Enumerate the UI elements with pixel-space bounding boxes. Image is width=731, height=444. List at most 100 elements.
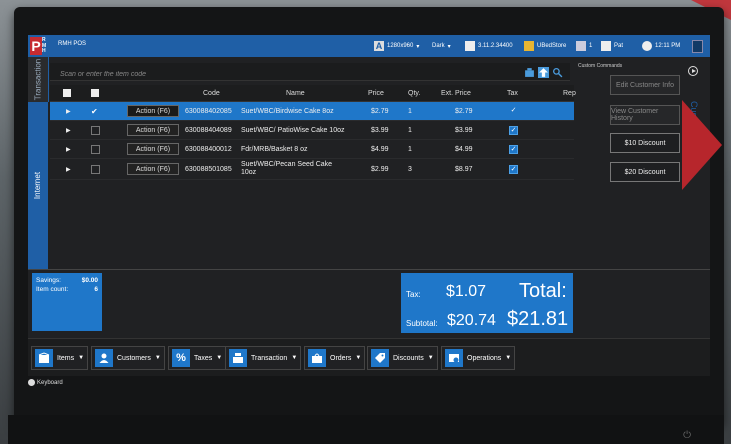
user-info[interactable]: Pat — [601, 39, 623, 53]
store-info: UBedStore — [524, 39, 566, 53]
row-expand-icon[interactable]: ▶ — [66, 102, 71, 120]
store-icon — [524, 41, 534, 51]
item-qty[interactable]: 3 — [408, 159, 412, 179]
version-info: 3.11.2.34400 — [465, 39, 513, 53]
transaction-grid: Code Name Price Qty. Ext. Price Tax Rep … — [50, 85, 576, 180]
action-button[interactable]: Action (F6) — [127, 163, 179, 175]
customer-search-icon[interactable] — [552, 67, 563, 78]
action-button[interactable]: Action (F6) — [127, 124, 179, 136]
tax-label: Tax: — [406, 290, 421, 299]
col-rep[interactable]: Rep — [563, 85, 576, 101]
customers-menu-button[interactable]: Customers ▼ — [91, 346, 165, 370]
box-icon — [35, 349, 53, 367]
savings-panel: Savings: $0.00 Item count: 6 — [32, 273, 102, 331]
grid-icon — [692, 39, 703, 53]
font-size-icon: A — [374, 41, 384, 51]
percent-icon: % — [172, 349, 190, 367]
item-code: 630088400012 — [185, 145, 232, 153]
register-icon — [576, 41, 586, 51]
tax-checkbox[interactable]: ✓ — [509, 107, 518, 116]
keyboard-toggle[interactable]: Keyboard — [28, 379, 63, 386]
register-icon — [229, 349, 247, 367]
table-row[interactable]: ▶ Action (F6) 630088400012 Fdr/MRB/Baske… — [50, 140, 574, 159]
operations-icon — [445, 349, 463, 367]
discounts-menu-button[interactable]: Discounts ▼ — [367, 346, 438, 370]
col-tax[interactable]: Tax — [507, 85, 518, 101]
resolution-menu[interactable]: A 1280x960 ▾ — [374, 39, 419, 53]
col-name[interactable]: Name — [286, 85, 305, 101]
item-qty[interactable]: 1 — [408, 121, 412, 139]
edit-customer-info-button[interactable]: Edit Customer Info — [610, 75, 680, 95]
register-icon[interactable] — [524, 67, 535, 78]
tax-checkbox[interactable]: ✓ — [509, 144, 518, 154]
row-checkbox[interactable] — [91, 125, 100, 135]
table-row[interactable]: ▶ Action (F6) 630088404089 Suet/WBC/ Pat… — [50, 121, 574, 140]
document-icon — [465, 41, 475, 51]
col-code[interactable]: Code — [203, 85, 220, 101]
item-qty[interactable]: 1 — [408, 102, 412, 120]
discount-10-button[interactable]: $10 Discount — [610, 133, 680, 153]
savings-value: $0.00 — [81, 277, 98, 284]
item-name: Fdr/MRB/Basket 8 oz — [241, 145, 308, 153]
top-bar: P RMH RMH POS A 1280x960 ▾ Dark ▾ 3.11.2.3… — [28, 35, 710, 57]
action-button[interactable]: Action (F6) — [127, 105, 179, 117]
item-ext-price: $8.97 — [455, 165, 473, 173]
tax-checkbox[interactable]: ✓ — [509, 125, 518, 135]
row-checkbox[interactable]: ✔ — [91, 102, 98, 120]
power-icon: ⏻ — [683, 430, 691, 441]
item-code: 630088501085 — [185, 165, 232, 173]
table-row[interactable]: ▶ ✔ Action (F6) 630088402085 Suet/WBC/Bi… — [50, 102, 574, 121]
row-checkbox[interactable] — [91, 164, 100, 174]
col-ext-price[interactable]: Ext. Price — [441, 85, 471, 101]
item-qty[interactable]: 1 — [408, 140, 412, 158]
row-expand-icon[interactable]: ▶ — [66, 140, 71, 158]
tax-checkbox[interactable]: ✓ — [509, 164, 518, 174]
item-ext-price: $3.99 — [455, 126, 473, 134]
tag-icon — [371, 349, 389, 367]
register-info: 1 — [576, 39, 592, 53]
red-decoration — [682, 100, 722, 190]
totals-panel: Tax: $1.07 Total: Subtotal: $20.74 $21.8… — [401, 273, 573, 333]
theme-menu[interactable]: Dark ▾ — [432, 39, 451, 53]
discount-20-button[interactable]: $20 Discount — [610, 162, 680, 182]
item-price: $2.79 — [371, 107, 389, 115]
select-all-checkbox[interactable] — [63, 89, 71, 97]
item-price: $3.99 — [371, 126, 389, 134]
item-count-label: Item count: — [36, 286, 69, 293]
monitor-base — [8, 415, 724, 444]
item-code: 630088402085 — [185, 107, 232, 115]
menu-button[interactable] — [692, 39, 703, 53]
row-expand-icon[interactable]: ▶ — [66, 159, 71, 179]
arrow-up-icon[interactable] — [538, 67, 549, 78]
item-price: $2.99 — [371, 165, 389, 173]
item-code-input[interactable] — [50, 66, 570, 83]
table-row[interactable]: ▶ Action (F6) 630088501085 Suet/WBC/Peca… — [50, 159, 574, 180]
cart-icon — [308, 349, 326, 367]
view-customer-history-button[interactable]: View Customer History — [610, 105, 680, 125]
transaction-menu-button[interactable]: Transaction ▼ — [225, 346, 302, 370]
row-expand-icon[interactable]: ▶ — [66, 121, 71, 139]
custom-commands-title: Custom Commands — [578, 63, 623, 69]
header-checkbox[interactable] — [91, 89, 99, 97]
divider — [28, 269, 710, 270]
person-icon — [95, 349, 113, 367]
taxes-menu-button[interactable]: % Taxes ▼ — [168, 346, 227, 370]
col-price[interactable]: Price — [368, 85, 384, 101]
grid-header: Code Name Price Qty. Ext. Price Tax Rep — [50, 85, 576, 102]
tab-internet[interactable]: Internet — [28, 102, 48, 269]
keyboard-bar: Keyboard — [28, 376, 710, 392]
tax-value: $1.07 — [446, 283, 487, 300]
tab-transaction[interactable]: Transaction — [28, 57, 49, 102]
clock: 12:11 PM — [642, 39, 680, 53]
col-qty[interactable]: Qty. — [408, 85, 420, 101]
row-checkbox[interactable] — [91, 144, 100, 154]
total-label: Total: — [519, 280, 567, 302]
pos-screen: P RMH RMH POS A 1280x960 ▾ Dark ▾ 3.11.2.3… — [28, 35, 710, 392]
action-button[interactable]: Action (F6) — [127, 143, 179, 155]
item-name: Suet/WBC/Pecan Seed Cake 10oz — [241, 161, 333, 176]
items-menu-button[interactable]: Items ▼ — [31, 346, 89, 370]
item-search — [50, 63, 570, 83]
operations-menu-button[interactable]: Operations ▼ — [441, 346, 516, 370]
orders-menu-button[interactable]: Orders ▼ — [304, 346, 366, 370]
item-name: Suet/WBC/Birdwise Cake 8oz — [241, 107, 334, 115]
